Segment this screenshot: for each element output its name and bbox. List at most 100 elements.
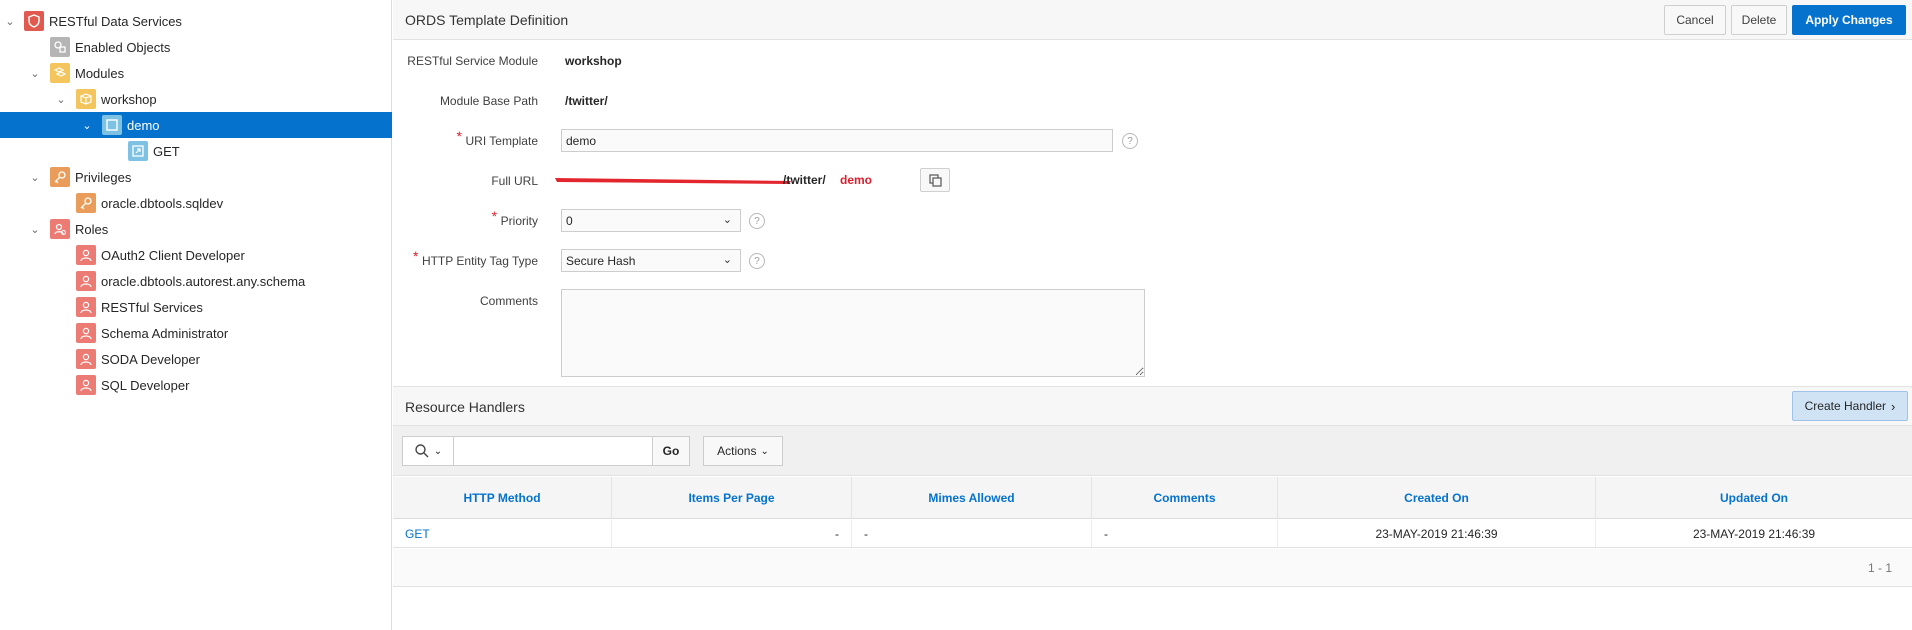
- tree-label: GET: [153, 143, 180, 159]
- column-header[interactable]: Items Per Page: [612, 477, 852, 519]
- help-icon[interactable]: ?: [749, 253, 765, 269]
- etag-label: * HTTP Entity Tag Type: [412, 248, 538, 268]
- cancel-button[interactable]: Cancel: [1664, 5, 1726, 35]
- modules-icon: [50, 63, 70, 83]
- tree-label: demo: [127, 117, 160, 133]
- user-icon: [76, 323, 96, 343]
- chevron-down-icon: ⌄: [722, 254, 732, 266]
- help-icon[interactable]: ?: [1122, 133, 1138, 149]
- search-icon: [415, 444, 429, 458]
- enabled-objects-icon: [50, 37, 70, 57]
- tree-node-role[interactable]: OAuth2 Client Developer: [0, 242, 392, 268]
- comments-label: Comments: [479, 294, 538, 308]
- chevron-down-icon: ⌄: [433, 445, 443, 457]
- column-header[interactable]: Comments: [1092, 477, 1278, 519]
- tree-node-restful-data-services[interactable]: ⌄ RESTful Data Services: [0, 8, 392, 34]
- delete-button[interactable]: Delete: [1731, 5, 1787, 35]
- tree-label: Roles: [75, 221, 109, 237]
- key-icon: [76, 193, 96, 213]
- chevron-down-icon[interactable]: ⌄: [28, 170, 42, 184]
- resource-handlers-header: Resource Handlers Create Handler ›: [393, 386, 1912, 426]
- resource-handlers-title: Resource Handlers: [405, 399, 525, 415]
- required-icon: *: [412, 248, 419, 264]
- tree-label: SODA Developer: [101, 351, 200, 367]
- comments-textarea[interactable]: [561, 289, 1145, 377]
- tree-node-roles[interactable]: ⌄ Roles: [0, 216, 392, 242]
- base-path-value: /twitter/: [565, 94, 608, 108]
- user-icon: [76, 245, 96, 265]
- tree-label: SQL Developer: [101, 377, 190, 393]
- roles-icon: [50, 219, 70, 239]
- tree-node-enabled-objects[interactable]: Enabled Objects: [0, 34, 392, 60]
- create-handler-label: Create Handler: [1804, 399, 1887, 413]
- tree-node-demo[interactable]: ⌄ demo: [0, 112, 392, 138]
- navigation-tree: ⌄ RESTful Data Services Enabled Objects …: [0, 0, 392, 630]
- search-input[interactable]: [453, 436, 653, 466]
- apply-changes-button[interactable]: Apply Changes: [1792, 5, 1906, 35]
- uri-template-input[interactable]: demo: [561, 129, 1113, 152]
- tree-label: OAuth2 Client Developer: [101, 247, 245, 263]
- chevron-down-icon[interactable]: ⌄: [3, 14, 17, 28]
- actions-menu-button[interactable]: Actions ⌄: [703, 436, 783, 466]
- chevron-right-icon: ›: [1891, 398, 1896, 414]
- chevron-down-icon[interactable]: ⌄: [28, 222, 42, 236]
- table-cell: 23-MAY-2019 21:46:39: [1596, 520, 1912, 548]
- chevron-down-icon[interactable]: ⌄: [54, 92, 68, 106]
- table-cell: -: [852, 520, 1092, 548]
- tree-node-role[interactable]: Schema Administrator: [0, 320, 392, 346]
- tree-node-get[interactable]: GET: [0, 138, 392, 164]
- column-header[interactable]: Created On: [1278, 477, 1596, 519]
- template-icon: [102, 115, 122, 135]
- module-icon: [76, 89, 96, 109]
- required-icon: *: [456, 128, 462, 144]
- pagination: 1 - 1: [1867, 561, 1892, 575]
- priority-select[interactable]: 0 ⌄: [561, 209, 741, 232]
- tree-label: oracle.dbtools.sqldev: [101, 195, 224, 211]
- chevron-down-icon: ⌄: [722, 214, 732, 226]
- module-label: RESTful Service Module: [407, 54, 538, 68]
- etag-value: Secure Hash: [566, 253, 636, 268]
- column-header[interactable]: HTTP Method: [393, 477, 612, 519]
- grid-footer: 1 - 1: [393, 549, 1912, 587]
- tree-label: Privileges: [75, 169, 132, 185]
- copy-button[interactable]: [920, 168, 950, 192]
- tree-node-privileges[interactable]: ⌄ Privileges: [0, 164, 392, 190]
- user-icon: [76, 297, 96, 317]
- column-header[interactable]: Mimes Allowed: [852, 477, 1092, 519]
- uri-template-label: * URI Template: [456, 128, 538, 148]
- go-button[interactable]: Go: [652, 436, 690, 466]
- tree-label: RESTful Services: [101, 299, 203, 315]
- tree-node-role[interactable]: SQL Developer: [0, 372, 392, 398]
- full-url-value: /twitter/ demo: [553, 172, 872, 188]
- grid-toolbar: ⌄ Go Actions ⌄: [393, 426, 1912, 476]
- create-handler-button[interactable]: Create Handler ›: [1792, 391, 1908, 421]
- full-url-template: demo: [840, 173, 873, 187]
- user-icon: [76, 375, 96, 395]
- tree-node-role[interactable]: oracle.dbtools.autorest.any.schema: [0, 268, 392, 294]
- required-icon: *: [491, 208, 498, 224]
- tree-node-role[interactable]: RESTful Services: [0, 294, 392, 320]
- tree-node-workshop[interactable]: ⌄ workshop: [0, 86, 392, 112]
- chevron-down-icon[interactable]: ⌄: [28, 66, 42, 80]
- region-header: ORDS Template Definition Cancel Delete A…: [393, 0, 1912, 40]
- tree-node-modules[interactable]: ⌄ Modules: [0, 60, 392, 86]
- page-title: ORDS Template Definition: [405, 12, 569, 28]
- table-cell: -: [612, 520, 852, 548]
- restful-services-icon: [24, 11, 44, 31]
- tree-label: oracle.dbtools.autorest.any.schema: [101, 273, 306, 289]
- tree-node-role[interactable]: SODA Developer: [0, 346, 392, 372]
- table-cell: 23-MAY-2019 21:46:39: [1278, 520, 1596, 548]
- chevron-down-icon[interactable]: ⌄: [80, 118, 94, 132]
- help-icon[interactable]: ?: [749, 213, 765, 229]
- etag-select[interactable]: Secure Hash ⌄: [561, 249, 741, 272]
- user-icon: [76, 271, 96, 291]
- copy-icon: [928, 173, 942, 187]
- full-url-label: Full URL: [491, 174, 538, 188]
- tree-label: Schema Administrator: [101, 325, 229, 341]
- tree-node-privilege-sqldev[interactable]: oracle.dbtools.sqldev: [0, 190, 392, 216]
- column-header[interactable]: Updated On: [1596, 477, 1912, 519]
- search-column-button[interactable]: ⌄: [402, 436, 454, 466]
- table-cell-link[interactable]: GET: [393, 520, 612, 548]
- chevron-down-icon: ⌄: [760, 445, 769, 457]
- full-url-path: /twitter/: [783, 173, 826, 187]
